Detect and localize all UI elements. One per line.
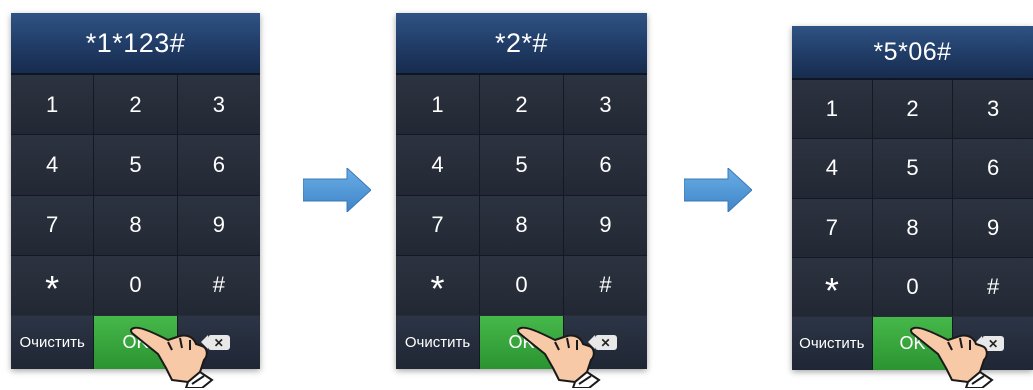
keypad-grid: 1 2 3 4 5 6 7 8 9 * 0 # <box>396 75 647 315</box>
key-2[interactable]: 2 <box>94 75 177 135</box>
key-7[interactable]: 7 <box>396 195 479 255</box>
ok-button[interactable]: OK <box>94 316 177 369</box>
key-7[interactable]: 7 <box>792 198 872 257</box>
backspace-icon: ✕ <box>975 336 1005 351</box>
action-row: Очистить OK ✕ <box>396 316 647 369</box>
key-6[interactable]: 6 <box>564 135 647 195</box>
dial-display: *2*# <box>396 13 647 75</box>
action-row: Очистить OK ✕ <box>11 316 260 369</box>
key-4[interactable]: 4 <box>396 135 479 195</box>
key-6[interactable]: 6 <box>177 135 260 195</box>
key-9[interactable]: 9 <box>953 198 1033 257</box>
ok-button[interactable]: OK <box>480 316 563 369</box>
key-hash[interactable]: # <box>953 257 1033 316</box>
key-1[interactable]: 1 <box>792 80 872 139</box>
backspace-icon: ✕ <box>587 335 617 350</box>
dial-display: *1*123# <box>11 13 260 75</box>
action-row: Очистить OK ✕ <box>792 317 1033 370</box>
clear-button[interactable]: Очистить <box>792 317 872 370</box>
keypad-grid: 1 2 3 4 5 6 7 8 9 * 0 # <box>792 80 1033 316</box>
key-9[interactable]: 9 <box>564 195 647 255</box>
key-3[interactable]: 3 <box>953 80 1033 139</box>
key-0[interactable]: 0 <box>872 257 953 316</box>
key-3[interactable]: 3 <box>564 75 647 135</box>
clear-button[interactable]: Очистить <box>11 316 94 369</box>
key-3[interactable]: 3 <box>177 75 260 135</box>
clear-button[interactable]: Очистить <box>396 316 479 369</box>
key-7[interactable]: 7 <box>11 195 94 255</box>
keypad-grid: 1 2 3 4 5 6 7 8 9 * 0 # <box>11 75 260 315</box>
key-1[interactable]: 1 <box>11 75 94 135</box>
key-2[interactable]: 2 <box>872 80 953 139</box>
ok-button[interactable]: OK <box>872 317 953 370</box>
key-hash[interactable]: # <box>564 255 647 315</box>
key-0[interactable]: 0 <box>480 255 563 315</box>
keypad-screen-3: *5*06# 1 2 3 4 5 6 7 8 9 * 0 # Очистить … <box>792 26 1033 370</box>
key-star[interactable]: * <box>396 255 479 315</box>
key-2[interactable]: 2 <box>480 75 563 135</box>
backspace-button[interactable]: ✕ <box>564 316 647 369</box>
keypad-screen-2: *2*# 1 2 3 4 5 6 7 8 9 * 0 # Очистить OK… <box>396 13 647 369</box>
backspace-icon: ✕ <box>200 335 230 350</box>
keypad-screen-1: *1*123# 1 2 3 4 5 6 7 8 9 * 0 # Очистить… <box>11 13 260 369</box>
arrow-right-icon <box>684 168 752 212</box>
key-8[interactable]: 8 <box>480 195 563 255</box>
key-6[interactable]: 6 <box>953 139 1033 198</box>
key-5[interactable]: 5 <box>872 139 953 198</box>
dial-display: *5*06# <box>792 26 1033 80</box>
key-5[interactable]: 5 <box>94 135 177 195</box>
key-1[interactable]: 1 <box>396 75 479 135</box>
key-8[interactable]: 8 <box>94 195 177 255</box>
key-4[interactable]: 4 <box>11 135 94 195</box>
key-0[interactable]: 0 <box>94 255 177 315</box>
key-9[interactable]: 9 <box>177 195 260 255</box>
key-5[interactable]: 5 <box>480 135 563 195</box>
key-star[interactable]: * <box>11 255 94 315</box>
key-hash[interactable]: # <box>177 255 260 315</box>
key-4[interactable]: 4 <box>792 139 872 198</box>
backspace-button[interactable]: ✕ <box>953 317 1033 370</box>
backspace-button[interactable]: ✕ <box>177 316 260 369</box>
arrow-right-icon <box>303 168 371 212</box>
key-8[interactable]: 8 <box>872 198 953 257</box>
key-star[interactable]: * <box>792 257 872 316</box>
